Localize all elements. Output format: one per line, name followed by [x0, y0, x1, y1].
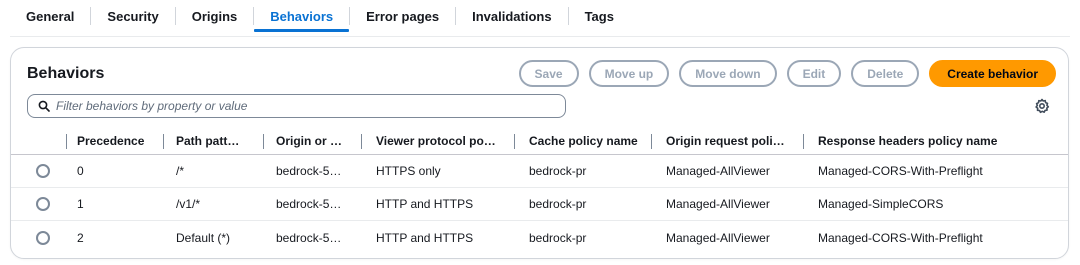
cell-path-pattern: /*	[176, 164, 185, 178]
column-divider	[651, 134, 652, 149]
tab-error-pages[interactable]: Error pages	[350, 0, 455, 32]
column-header-cache-policy[interactable]: Cache policy name	[529, 134, 638, 148]
column-divider	[66, 134, 67, 149]
row-select-radio[interactable]	[36, 164, 50, 178]
column-header-response-headers-policy[interactable]: Response headers policy name	[818, 134, 997, 148]
column-header-precedence[interactable]: Precedence	[77, 134, 144, 148]
tab-underline-divider	[10, 36, 1070, 37]
action-buttons: Save Move up Move down Edit Delete Creat…	[518, 60, 1056, 87]
tab-invalidations[interactable]: Invalidations	[456, 0, 567, 32]
cell-precedence: 0	[77, 164, 84, 178]
cell-response-headers-policy: Managed-CORS-With-Preflight	[818, 164, 983, 178]
column-header-viewer-protocol[interactable]: Viewer protocol po…	[376, 134, 496, 148]
cell-response-headers-policy: Managed-CORS-With-Preflight	[818, 230, 983, 245]
tab-general[interactable]: General	[12, 0, 90, 32]
cell-path-pattern: /v1/*	[176, 197, 201, 211]
filter-box	[27, 94, 566, 118]
row-select-radio[interactable]	[36, 197, 50, 211]
column-header-path-pattern[interactable]: Path patt…	[176, 134, 239, 148]
column-header-origin-request-policy[interactable]: Origin request poli…	[666, 134, 785, 148]
cell-precedence: 2	[77, 230, 84, 245]
behaviors-panel: Behaviors Save Move up Move down Edit De…	[10, 47, 1069, 259]
move-down-button[interactable]: Move down	[679, 60, 777, 87]
column-divider	[361, 134, 362, 149]
panel-title: Behaviors	[27, 65, 105, 82]
cell-origin: bedrock-5…	[276, 230, 342, 245]
cell-origin: bedrock-5…	[276, 164, 342, 178]
table-header-row: Precedence Path patt… Origin or … Viewer…	[11, 128, 1068, 155]
cell-cache-policy: bedrock-pr	[529, 164, 587, 178]
tab-behaviors[interactable]: Behaviors	[254, 0, 350, 32]
cell-path-pattern: Default (*)	[176, 230, 231, 245]
cell-origin-request-policy: Managed-AllViewer	[666, 230, 770, 245]
tab-origins[interactable]: Origins	[176, 0, 254, 32]
tab-security[interactable]: Security	[91, 0, 174, 32]
tab-bar: General Security Origins Behaviors Error…	[12, 0, 630, 32]
column-header-origin[interactable]: Origin or …	[276, 134, 342, 148]
table-row[interactable]: 0 /* bedrock-5… HTTPS only bedrock-pr Ma…	[11, 155, 1068, 188]
cell-cache-policy: bedrock-pr	[529, 197, 587, 211]
column-divider	[514, 134, 515, 149]
table-row[interactable]: 1 /v1/* bedrock-5… HTTP and HTTPS bedroc…	[11, 188, 1068, 221]
cell-viewer-protocol: HTTPS only	[376, 164, 441, 178]
filter-input[interactable]	[56, 99, 556, 113]
save-button[interactable]: Save	[518, 60, 579, 87]
cell-precedence: 1	[77, 197, 84, 211]
cell-origin-request-policy: Managed-AllViewer	[666, 197, 770, 211]
move-up-button[interactable]: Move up	[588, 60, 670, 87]
search-icon	[38, 100, 50, 112]
behaviors-table: Precedence Path patt… Origin or … Viewer…	[11, 128, 1068, 254]
gear-icon[interactable]	[1034, 98, 1050, 114]
cell-response-headers-policy: Managed-SimpleCORS	[818, 197, 944, 211]
edit-button[interactable]: Edit	[786, 60, 842, 87]
cell-cache-policy: bedrock-pr	[529, 230, 587, 245]
create-behavior-button[interactable]: Create behavior	[929, 60, 1056, 87]
column-divider	[263, 134, 264, 149]
cell-viewer-protocol: HTTP and HTTPS	[376, 197, 474, 211]
tab-tags[interactable]: Tags	[569, 0, 630, 32]
cell-origin: bedrock-5…	[276, 197, 342, 211]
column-divider	[163, 134, 164, 149]
column-divider	[803, 134, 804, 149]
row-select-radio[interactable]	[36, 230, 50, 245]
cell-origin-request-policy: Managed-AllViewer	[666, 164, 770, 178]
delete-button[interactable]: Delete	[851, 60, 920, 87]
table-row[interactable]: 2 Default (*) bedrock-5… HTTP and HTTPS …	[11, 221, 1068, 254]
cell-viewer-protocol: HTTP and HTTPS	[376, 230, 474, 245]
